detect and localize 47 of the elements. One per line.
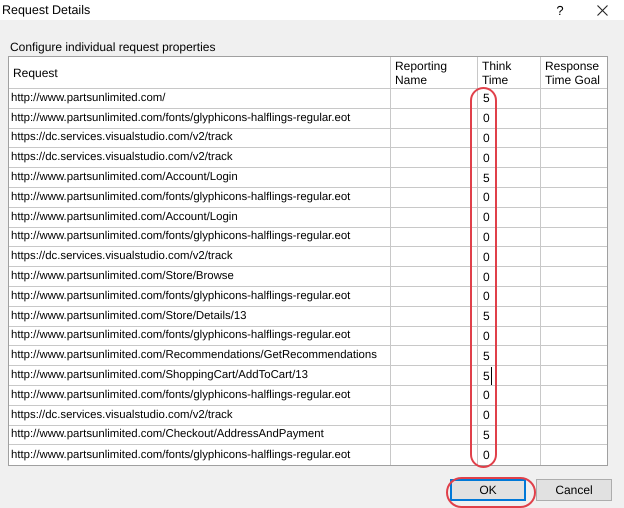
table-cell-text: 0 bbox=[483, 110, 490, 128]
help-button[interactable]: ? bbox=[540, 0, 580, 20]
table-cell-text: 0 bbox=[483, 407, 490, 424]
table-cell-text: 0 bbox=[483, 268, 490, 286]
table-cell-text: 0 bbox=[483, 248, 490, 266]
table-cell-text: 0 bbox=[483, 328, 490, 345]
caption-text: Configure individual request properties bbox=[9, 39, 216, 56]
table-cell-text: https://dc.services.visualstudio.com/v2/track bbox=[11, 130, 233, 146]
table-cell-text: http://www.partsunlimited.com/fonts/glyphicons-halflings-regular.eot bbox=[11, 190, 350, 205]
table-cell-text: http://www.partsunlimited.com/fonts/glyphicons-halflings-regular.eot bbox=[11, 229, 350, 244]
table-cell-text: http://www.partsunlimited.com/fonts/glyphicons-halflings-regular.eot bbox=[11, 110, 350, 126]
column-header[interactable]: Think Time bbox=[482, 58, 536, 86]
table-cell-text: 0 bbox=[483, 150, 490, 167]
table-cell-text: http://www.partsunlimited.com/Store/Browse bbox=[11, 269, 234, 284]
table-cell-text: 0 bbox=[483, 387, 490, 404]
table-cell-text: http://www.partsunlimited.com/fonts/glyphicons-halflings-regular.eot bbox=[11, 388, 350, 403]
table-cell-text: 0 bbox=[483, 189, 490, 206]
table-cell-text: 5 bbox=[483, 170, 490, 187]
input-field[interactable]: 5 bbox=[483, 366, 492, 385]
table-cell-text: http://www.partsunlimited.com/ bbox=[11, 90, 166, 106]
table-cell-text: http://www.partsunlimited.com/Account/Login bbox=[11, 170, 238, 186]
table-cell-text: http://www.partsunlimited.com/ShoppingCart/AddToCart/13 bbox=[11, 368, 308, 383]
table-cell-text: http://www.partsunlimited.com/fonts/glyphicons-halflings-regular.eot bbox=[11, 288, 350, 304]
dialog-button[interactable]: OK bbox=[450, 479, 526, 502]
table-cell-text: https://dc.services.visualstudio.com/v2/track bbox=[11, 150, 233, 166]
column-header[interactable]: Response Time Goal bbox=[545, 58, 603, 86]
table-cell-text: 5 bbox=[483, 90, 490, 108]
table-cell-text: 0 bbox=[483, 447, 490, 464]
table-cell-text: 5 bbox=[483, 348, 490, 365]
table-cell-text: 0 bbox=[483, 228, 490, 246]
dialog-button[interactable]: Cancel bbox=[536, 479, 612, 502]
table-cell-text: https://dc.services.visualstudio.com/v2/track bbox=[11, 249, 233, 264]
table-cell-text: 0 bbox=[483, 130, 490, 147]
table-cell-text: http://www.partsunlimited.com/Checkout/AddressAndPayment bbox=[11, 427, 324, 442]
window-title: Request Details bbox=[2, 2, 90, 19]
column-header[interactable]: Request bbox=[13, 66, 58, 80]
table-cell-text: https://dc.services.visualstudio.com/v2/track bbox=[11, 408, 233, 423]
column-header[interactable]: Reporting Name bbox=[395, 58, 473, 86]
table-cell-text: 5 bbox=[483, 426, 490, 444]
table-cell-text: http://www.partsunlimited.com/Recommendations/GetRecommendations bbox=[11, 348, 377, 364]
table-cell-text: http://www.partsunlimited.com/fonts/glyphicons-halflings-regular.eot bbox=[11, 328, 350, 344]
table-cell-text: 5 bbox=[483, 308, 490, 326]
table-cell-text: http://www.partsunlimited.com/Store/Details/13 bbox=[11, 308, 247, 324]
table-cell-text: 0 bbox=[483, 209, 490, 226]
table-cell-text: 0 bbox=[483, 288, 490, 306]
table-cell-text: http://www.partsunlimited.com/fonts/glyphicons-halflings-regular.eot bbox=[11, 448, 350, 463]
table-cell-text: http://www.partsunlimited.com/Account/Login bbox=[11, 210, 238, 225]
